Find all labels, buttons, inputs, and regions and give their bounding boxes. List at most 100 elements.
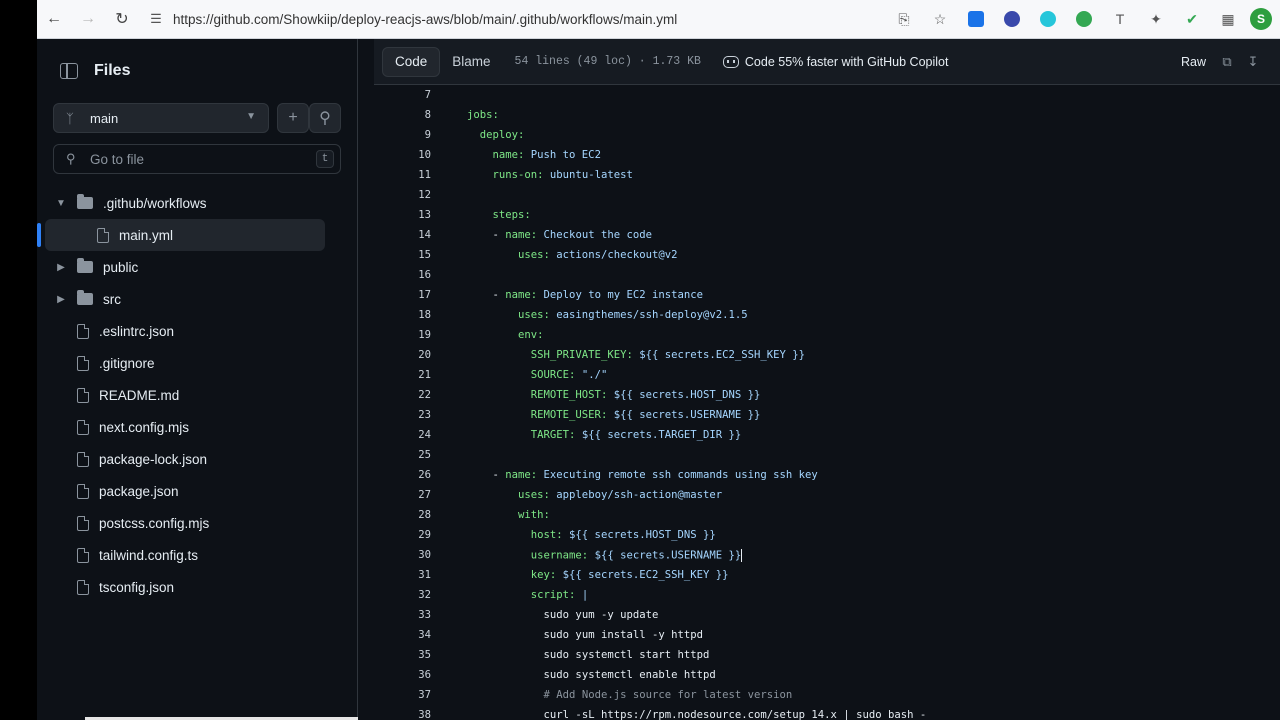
forward-icon[interactable]: → xyxy=(71,4,105,34)
code-line[interactable]: 16 xyxy=(374,265,467,285)
line-number[interactable]: 13 xyxy=(374,209,431,221)
line-number[interactable]: 24 xyxy=(374,429,431,441)
line-number[interactable]: 34 xyxy=(374,629,431,641)
code-line[interactable]: 22 REMOTE_HOST: ${{ secrets.HOST_DNS }} xyxy=(374,385,760,405)
line-number[interactable]: 18 xyxy=(374,309,431,321)
extension-f-icon[interactable] xyxy=(963,6,989,32)
line-number[interactable]: 9 xyxy=(374,129,431,141)
blame-tab[interactable]: Blame xyxy=(440,47,502,77)
tree-file[interactable]: tailwind.config.ts xyxy=(45,539,325,571)
extensions-puzzle-icon[interactable]: ▦ xyxy=(1215,6,1241,32)
code-line[interactable]: 29 host: ${{ secrets.HOST_DNS }} xyxy=(374,525,716,545)
line-number[interactable]: 12 xyxy=(374,189,431,201)
go-to-file-box[interactable]: ⚲ t xyxy=(53,144,341,174)
code-line[interactable]: 7 xyxy=(374,85,467,105)
code-line[interactable]: 31 key: ${{ secrets.EC2_SSH_KEY }} xyxy=(374,565,728,585)
chevron-right-icon[interactable]: ▶ xyxy=(53,294,69,305)
tree-file[interactable]: postcss.config.mjs xyxy=(45,507,325,539)
code-line[interactable]: 38 curl -sL https://rpm.nodesource.com/s… xyxy=(374,705,926,720)
chevron-right-icon[interactable]: ▶ xyxy=(53,262,69,273)
line-number[interactable]: 25 xyxy=(374,449,431,461)
tree-folder[interactable]: ▶ public xyxy=(45,251,325,283)
bookmark-star-icon[interactable]: ☆ xyxy=(927,6,953,32)
tree-file[interactable]: main.yml xyxy=(37,219,325,251)
site-info-icon[interactable]: ☰ xyxy=(145,11,167,27)
line-number[interactable]: 23 xyxy=(374,409,431,421)
code-line[interactable]: 15 uses: actions/checkout@v2 xyxy=(374,245,677,265)
code-line[interactable]: 19 env: xyxy=(374,325,543,345)
line-number[interactable]: 29 xyxy=(374,529,431,541)
line-number[interactable]: 31 xyxy=(374,569,431,581)
code-line[interactable]: 33 sudo yum -y update xyxy=(374,605,658,625)
code-line[interactable]: 18 uses: easingthemes/ssh-deploy@v2.1.5 xyxy=(374,305,747,325)
code-line[interactable]: 28 with: xyxy=(374,505,550,525)
extension-swirl-icon[interactable] xyxy=(1035,6,1061,32)
tree-file[interactable]: tsconfig.json xyxy=(45,571,325,603)
back-icon[interactable]: ← xyxy=(37,4,71,34)
add-file-button[interactable]: + xyxy=(277,103,309,133)
line-number[interactable]: 20 xyxy=(374,349,431,361)
address-bar[interactable]: ☰ https://github.com/Showkiip/deploy-rea… xyxy=(145,5,677,33)
tree-folder[interactable]: ▼ .github/workflows xyxy=(45,187,325,219)
code-line[interactable]: 8 jobs: xyxy=(374,105,499,125)
copy-icon[interactable]: ⧉ xyxy=(1214,48,1240,76)
tree-file[interactable]: README.md xyxy=(45,379,325,411)
line-number[interactable]: 16 xyxy=(374,269,431,281)
line-number[interactable]: 36 xyxy=(374,669,431,681)
collapse-panel-icon[interactable] xyxy=(60,63,78,79)
code-line[interactable]: 36 sudo systemctl enable httpd xyxy=(374,665,716,685)
code-line[interactable]: 25 xyxy=(374,445,467,465)
extension-check-icon[interactable]: ✔ xyxy=(1179,6,1205,32)
code-line[interactable]: 26 - name: Executing remote ssh commands… xyxy=(374,465,818,485)
line-number[interactable]: 37 xyxy=(374,689,431,701)
line-number[interactable]: 7 xyxy=(374,89,431,101)
tree-file[interactable]: package-lock.json xyxy=(45,443,325,475)
line-number[interactable]: 10 xyxy=(374,149,431,161)
line-number[interactable]: 14 xyxy=(374,229,431,241)
line-number[interactable]: 22 xyxy=(374,389,431,401)
line-number[interactable]: 38 xyxy=(374,709,431,720)
line-number[interactable]: 30 xyxy=(374,549,431,561)
code-line[interactable]: 21 SOURCE: "./" xyxy=(374,365,607,385)
line-number[interactable]: 8 xyxy=(374,109,431,121)
code-line[interactable]: 17 - name: Deploy to my EC2 instance xyxy=(374,285,703,305)
code-line[interactable]: 37 # Add Node.js source for latest versi… xyxy=(374,685,792,705)
copilot-promo[interactable]: Code 55% faster with GitHub Copilot xyxy=(722,55,948,69)
code-line[interactable]: 12 xyxy=(374,185,467,205)
line-number[interactable]: 27 xyxy=(374,489,431,501)
tree-file[interactable]: .gitignore xyxy=(45,347,325,379)
line-number[interactable]: 32 xyxy=(374,589,431,601)
url-text[interactable]: https://github.com/Showkiip/deploy-reacj… xyxy=(173,12,677,27)
extension-badge-icon[interactable] xyxy=(999,6,1025,32)
line-number[interactable]: 19 xyxy=(374,329,431,341)
line-number[interactable]: 11 xyxy=(374,169,431,181)
code-line[interactable]: 34 sudo yum install -y httpd xyxy=(374,625,703,645)
line-number[interactable]: 26 xyxy=(374,469,431,481)
line-number[interactable]: 28 xyxy=(374,509,431,521)
line-number[interactable]: 21 xyxy=(374,369,431,381)
search-files-button[interactable]: ⚲ xyxy=(309,103,341,133)
code-line[interactable]: 20 SSH_PRIVATE_KEY: ${{ secrets.EC2_SSH_… xyxy=(374,345,805,365)
code-line[interactable]: 27 uses: appleboy/ssh-action@master xyxy=(374,485,722,505)
chevron-down-icon[interactable]: ▼ xyxy=(53,198,69,209)
code-tab[interactable]: Code xyxy=(382,46,441,77)
line-number[interactable]: 35 xyxy=(374,649,431,661)
line-number[interactable]: 15 xyxy=(374,249,431,261)
tree-file[interactable]: package.json xyxy=(45,475,325,507)
code-line[interactable]: 23 REMOTE_USER: ${{ secrets.USERNAME }} xyxy=(374,405,760,425)
line-number[interactable]: 33 xyxy=(374,609,431,621)
branch-selector[interactable]: ᛉ main ▼ xyxy=(53,103,269,133)
go-to-file-input[interactable] xyxy=(90,151,310,167)
tree-folder[interactable]: ▶ src xyxy=(45,283,325,315)
code-line[interactable]: 11 runs-on: ubuntu-latest xyxy=(374,165,633,185)
raw-button[interactable]: Raw xyxy=(1173,48,1214,76)
reload-icon[interactable]: ↻ xyxy=(105,4,139,34)
code-line[interactable]: 35 sudo systemctl start httpd xyxy=(374,645,709,665)
code-line[interactable]: 9 deploy: xyxy=(374,125,525,145)
extension-compass-icon[interactable]: ✦ xyxy=(1143,6,1169,32)
tree-file[interactable]: next.config.mjs xyxy=(45,411,325,443)
extension-text-icon[interactable]: T xyxy=(1107,6,1133,32)
install-app-icon[interactable]: ⎘ xyxy=(891,6,917,32)
code-line[interactable]: 32 script: | xyxy=(374,585,588,605)
code-line[interactable]: 14 - name: Checkout the code xyxy=(374,225,652,245)
